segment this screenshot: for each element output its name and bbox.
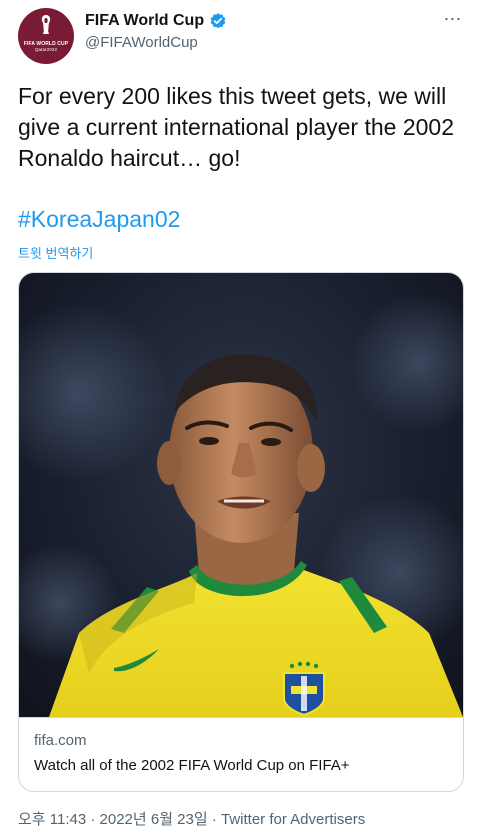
avatar-logo-line2: Qatar2022 bbox=[34, 47, 58, 52]
author-info: FIFA World Cup @FIFAWorldCup bbox=[85, 12, 227, 51]
handle[interactable]: @FIFAWorldCup bbox=[85, 34, 227, 51]
card-domain: fifa.com bbox=[34, 732, 87, 749]
avatar-logo-text: FIFA WORLD CUP Qatar2022 bbox=[22, 41, 70, 53]
display-name[interactable]: FIFA World Cup bbox=[85, 12, 204, 30]
tweet-header: FIFA WORLD CUP Qatar2022 FIFA World Cup … bbox=[18, 8, 468, 66]
display-name-row[interactable]: FIFA World Cup bbox=[85, 12, 227, 30]
link-card[interactable]: fifa.com Watch all of the 2002 FIFA Worl… bbox=[18, 272, 464, 792]
tweet-timestamp[interactable]: 오후 11:43 · 2022년 6월 23일 · Twitter for Ad… bbox=[18, 808, 365, 829]
translate-tweet-link[interactable]: 트윗 번역하기 bbox=[18, 243, 93, 262]
hashtag-link[interactable]: #KoreaJapan02 bbox=[18, 206, 180, 233]
card-image[interactable] bbox=[19, 273, 463, 717]
ronaldo-photo bbox=[19, 293, 463, 717]
verified-badge-icon bbox=[210, 13, 226, 29]
card-title: Watch all of the 2002 FIFA World Cup on … bbox=[34, 757, 350, 774]
card-meta[interactable]: fifa.com Watch all of the 2002 FIFA Worl… bbox=[19, 717, 463, 791]
more-icon[interactable]: ⋯ bbox=[442, 10, 464, 30]
tweet-text: For every 200 likes this tweet gets, we … bbox=[18, 83, 455, 171]
avatar[interactable]: FIFA WORLD CUP Qatar2022 bbox=[18, 8, 74, 64]
trophy-logo-icon bbox=[41, 15, 51, 34]
